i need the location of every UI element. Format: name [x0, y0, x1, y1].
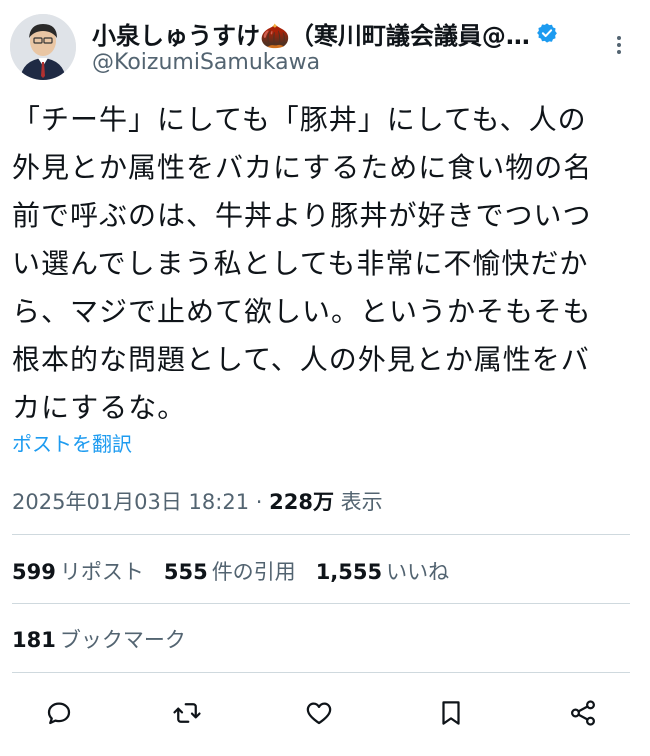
more-vertical-icon — [617, 36, 621, 54]
post-meta: 2025年01月03日 18:21 · 228万 表示 — [12, 486, 383, 516]
like-button[interactable] — [302, 696, 336, 730]
heart-icon — [306, 702, 332, 725]
likes-stat[interactable]: 1,555 いいね — [316, 556, 449, 586]
bookmarks-count: 181 — [12, 628, 56, 652]
share-icon — [570, 700, 596, 726]
action-bar — [0, 690, 650, 736]
translate-post-link[interactable]: ポストを翻訳 — [12, 428, 132, 457]
share-button[interactable] — [566, 696, 600, 730]
divider — [12, 534, 630, 535]
reposts-count: 599 — [12, 560, 56, 584]
repost-arrows-icon — [173, 703, 201, 723]
post-text: 「チー牛」にしても「豚丼」にしても、人の 外見とか属性をバカにするために食い物の… — [12, 103, 593, 424]
speech-bubble-icon — [47, 702, 71, 725]
divider — [12, 603, 630, 604]
more-options-button[interactable] — [604, 30, 634, 60]
engagement-stats: 599 リポスト 555 件の引用 1,555 いいね — [12, 556, 449, 586]
post-header: 小泉しゅうすけ🌰（寒川町議会議員@… @KoizumiSamukawa — [0, 0, 650, 96]
timestamp[interactable]: 2025年01月03日 18:21 — [12, 490, 249, 514]
likes-count: 1,555 — [315, 560, 383, 584]
repost-button[interactable] — [170, 696, 204, 730]
bookmarks-stat[interactable]: 181 ブックマーク — [12, 624, 186, 654]
views-label: 表示 — [333, 490, 383, 514]
display-name[interactable]: 小泉しゅうすけ🌰（寒川町議会議員@… — [92, 16, 530, 51]
reposts-stat[interactable]: 599 リポスト — [12, 556, 144, 586]
views-count: 228万 — [269, 490, 334, 514]
reposts-label: リポスト — [59, 560, 144, 584]
verified-badge-icon — [536, 23, 557, 43]
bookmark-icon — [442, 701, 460, 725]
meta-separator: · — [249, 490, 270, 514]
reply-button[interactable] — [42, 696, 76, 730]
divider — [12, 672, 630, 673]
avatar[interactable] — [10, 14, 76, 80]
avatar-photo — [10, 14, 76, 80]
user-handle[interactable]: @KoizumiSamukawa — [92, 50, 320, 75]
quotes-count: 555 — [163, 560, 208, 584]
bookmark-button[interactable] — [434, 696, 468, 730]
quotes-stat[interactable]: 555 件の引用 — [164, 556, 296, 586]
quotes-label: 件の引用 — [211, 560, 296, 584]
bookmarks-label: ブックマーク — [59, 628, 186, 652]
likes-label: いいね — [386, 560, 450, 584]
name-row: 小泉しゅうすけ🌰（寒川町議会議員@… — [92, 16, 562, 50]
